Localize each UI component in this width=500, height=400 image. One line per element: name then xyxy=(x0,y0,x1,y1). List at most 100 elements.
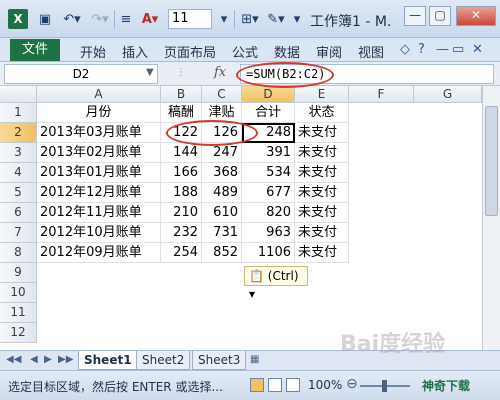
header-cell-total[interactable]: 合计 xyxy=(242,103,295,123)
tab-insert[interactable]: 插入 xyxy=(122,42,148,61)
allowance-cell[interactable]: 852 xyxy=(202,243,242,263)
month-cell[interactable]: 2013年03月账单 xyxy=(37,123,161,143)
tab-page-layout[interactable]: 页面布局 xyxy=(164,42,216,61)
allowance-cell[interactable]: 731 xyxy=(202,223,242,243)
name-box-dropdown-icon[interactable]: ▼ xyxy=(146,67,154,78)
tab-review[interactable]: 审阅 xyxy=(316,42,342,61)
save-icon[interactable]: ▣ xyxy=(36,9,54,29)
fee-cell[interactable]: 210 xyxy=(161,203,202,223)
status-cell[interactable]: 未支付 xyxy=(295,203,349,223)
zoom-level[interactable]: 100% xyxy=(308,378,342,392)
header-cell-fee[interactable]: 稿酬 xyxy=(161,103,202,123)
font-color-icon[interactable]: A▾ xyxy=(138,9,162,29)
sheet-tab-2[interactable]: Sheet2 xyxy=(136,351,191,370)
redo-icon[interactable]: ↷▾ xyxy=(88,9,112,29)
select-all-corner[interactable] xyxy=(0,86,37,103)
row-header[interactable]: 4 xyxy=(0,163,37,183)
tab-file[interactable]: 文件 xyxy=(10,39,60,61)
status-cell[interactable]: 未支付 xyxy=(295,143,349,163)
page-layout-view-icon[interactable] xyxy=(268,378,282,392)
allowance-cell[interactable]: 368 xyxy=(202,163,242,183)
sheet-tab-1[interactable]: Sheet1 xyxy=(78,351,138,370)
row-header[interactable]: 10 xyxy=(0,283,37,303)
format-painter-icon[interactable]: ✎▾ xyxy=(264,9,288,29)
status-cell[interactable]: 未支付 xyxy=(295,163,349,183)
total-cell[interactable]: 963 xyxy=(242,223,295,243)
align-icon[interactable]: ≡ xyxy=(118,9,134,29)
fee-cell[interactable]: 144 xyxy=(161,143,202,163)
minimize-ribbon-icon[interactable]: ◇ xyxy=(400,42,410,57)
maximize-icon[interactable]: ▢ xyxy=(429,6,451,26)
tab-view[interactable]: 视图 xyxy=(358,42,384,61)
row-header[interactable]: 3 xyxy=(0,143,37,163)
month-cell[interactable]: 2012年12月账单 xyxy=(37,183,161,203)
total-cell[interactable]: 391 xyxy=(242,143,295,163)
window-close-icon[interactable]: ✕ xyxy=(472,42,483,57)
first-sheet-icon[interactable]: ◀◀ xyxy=(6,354,21,365)
month-cell[interactable]: 2012年09月账单 xyxy=(37,243,161,263)
total-cell[interactable]: 677 xyxy=(242,183,295,203)
column-header-g[interactable]: G xyxy=(414,86,482,103)
month-cell[interactable]: 2012年11月账单 xyxy=(37,203,161,223)
month-cell[interactable]: 2013年01月账单 xyxy=(37,163,161,183)
tab-home[interactable]: 开始 xyxy=(80,42,106,61)
column-header-f[interactable]: F xyxy=(349,86,414,103)
column-header-e[interactable]: E xyxy=(295,86,349,103)
sheet-tab-3[interactable]: Sheet3 xyxy=(192,351,247,370)
font-size-input[interactable]: 11 xyxy=(168,9,212,29)
fee-cell[interactable]: 122 xyxy=(161,123,202,143)
formula-input[interactable]: =SUM(B2:C2) xyxy=(240,64,494,84)
page-break-view-icon[interactable] xyxy=(286,378,300,392)
fee-cell[interactable]: 254 xyxy=(161,243,202,263)
vertical-scrollbar[interactable] xyxy=(482,86,500,350)
month-cell[interactable]: 2012年10月账单 xyxy=(37,223,161,243)
fee-cell[interactable]: 166 xyxy=(161,163,202,183)
last-sheet-icon[interactable]: ▶▶ xyxy=(58,354,73,365)
zoom-slider-knob[interactable] xyxy=(382,380,387,392)
header-cell-month[interactable]: 月份 xyxy=(37,103,161,123)
insert-sheet-icon[interactable]: ▦ xyxy=(250,354,259,365)
total-cell[interactable]: 248 xyxy=(242,123,295,143)
total-cell[interactable]: 820 xyxy=(242,203,295,223)
row-header[interactable]: 6 xyxy=(0,203,37,223)
customize-toolbar-icon[interactable]: ▾ xyxy=(290,9,304,29)
name-box[interactable]: D2 xyxy=(4,64,158,84)
paste-options-button[interactable]: 📋 (Ctrl) ▾ xyxy=(244,266,308,301)
allowance-cell[interactable]: 489 xyxy=(202,183,242,203)
header-cell-allowance[interactable]: 津贴 xyxy=(202,103,242,123)
month-cell[interactable]: 2013年02月账单 xyxy=(37,143,161,163)
zoom-out-icon[interactable]: ⊖ xyxy=(346,376,358,392)
help-icon[interactable]: ? xyxy=(418,42,425,57)
status-cell[interactable]: 未支付 xyxy=(295,223,349,243)
tab-data[interactable]: 数据 xyxy=(274,42,300,61)
font-size-dropdown-icon[interactable]: ▾ xyxy=(216,9,232,29)
column-header-b[interactable]: B xyxy=(161,86,202,103)
row-header[interactable]: 8 xyxy=(0,243,37,263)
allowance-cell[interactable]: 610 xyxy=(202,203,242,223)
borders-icon[interactable]: ⊞▾ xyxy=(238,9,262,29)
status-cell[interactable]: 未支付 xyxy=(295,123,349,143)
status-cell[interactable]: 未支付 xyxy=(295,183,349,203)
allowance-cell[interactable]: 126 xyxy=(202,123,242,143)
column-header-a[interactable]: A xyxy=(37,86,161,103)
fee-cell[interactable]: 232 xyxy=(161,223,202,243)
header-cell-status[interactable]: 状态 xyxy=(295,103,349,123)
close-icon[interactable]: ✕ xyxy=(456,6,496,26)
row-header[interactable]: 11 xyxy=(0,303,37,323)
row-header[interactable]: 5 xyxy=(0,183,37,203)
scrollbar-thumb[interactable] xyxy=(485,106,498,216)
window-restore-icon[interactable]: ▭ xyxy=(452,42,464,57)
total-cell[interactable]: 534 xyxy=(242,163,295,183)
prev-sheet-icon[interactable]: ◀ xyxy=(30,354,38,365)
row-header[interactable]: 1 xyxy=(0,103,37,123)
tab-formulas[interactable]: 公式 xyxy=(232,42,258,61)
total-cell[interactable]: 1106 xyxy=(242,243,295,263)
status-cell[interactable]: 未支付 xyxy=(295,243,349,263)
next-sheet-icon[interactable]: ▶ xyxy=(44,354,52,365)
undo-icon[interactable]: ↶▾ xyxy=(60,9,84,29)
row-header[interactable]: 2 xyxy=(0,123,37,143)
minimize-icon[interactable]: — xyxy=(404,6,426,26)
row-header[interactable]: 9 xyxy=(0,263,37,283)
column-header-d[interactable]: D xyxy=(242,86,295,103)
normal-view-icon[interactable] xyxy=(250,378,264,392)
